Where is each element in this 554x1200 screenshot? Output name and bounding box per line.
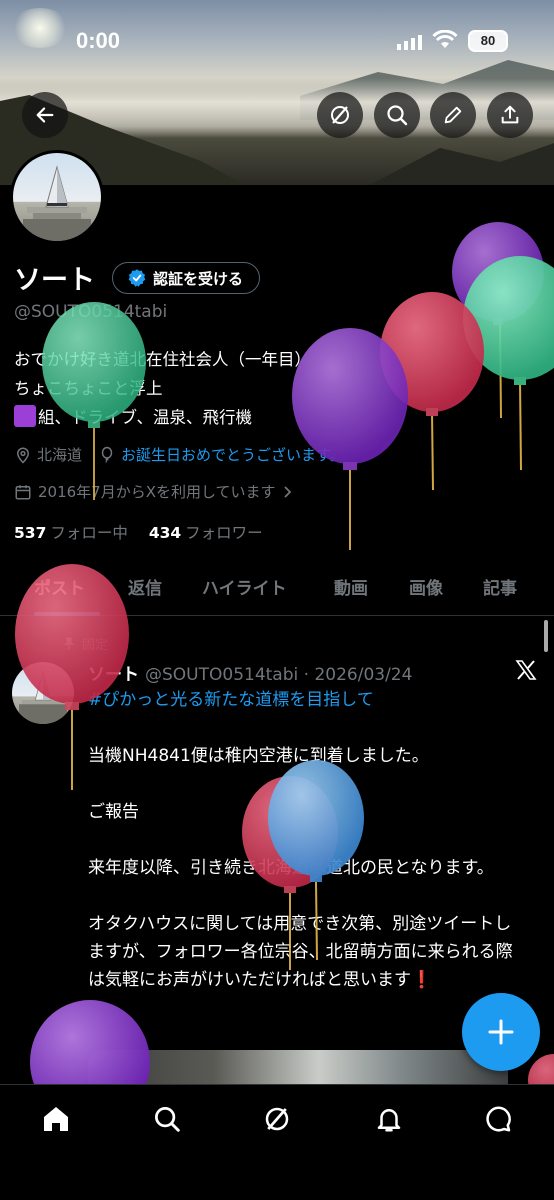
tab-articles[interactable]: 記事 xyxy=(483,574,517,599)
balloon-red xyxy=(380,292,484,491)
following-count: 537 xyxy=(14,524,47,542)
tab-posts[interactable]: ポスト xyxy=(34,574,85,599)
x-logo-icon xyxy=(514,658,538,686)
post-paragraph: オタクハウスに関しては用意でき次第、別途ツイートしますが、フォロワー各位宗谷、北… xyxy=(88,914,513,990)
post-avatar[interactable] xyxy=(12,662,74,724)
pinned-indicator: 固定 xyxy=(62,634,108,653)
post-handle-date: @SOUTO0514tabi · 2026/03/24 xyxy=(145,665,413,685)
edit-button[interactable] xyxy=(430,92,476,138)
following-label: フォロー中 xyxy=(50,524,128,542)
profile-tabs: ポスト 返信 ハイライト 動画 画像 記事 xyxy=(0,562,554,616)
birthday-message[interactable]: お誕生日おめでとうございます。 xyxy=(121,444,345,465)
bio-line: ちょこちょこと浮上 xyxy=(14,379,163,398)
back-button[interactable] xyxy=(22,92,68,138)
profile-bio: おでかけ好き道北在住社会人（一年目） ちょこちょこと浮上 組、ドライブ、温泉、飛… xyxy=(14,345,311,432)
grok-icon xyxy=(331,106,349,124)
balloon-icon xyxy=(101,446,113,463)
bio-line: おでかけ好き道北在住社会人（一年目） xyxy=(14,350,311,369)
profile-location: 北海道 xyxy=(37,446,83,464)
tab-replies[interactable]: 返信 xyxy=(128,574,162,599)
nav-messages[interactable] xyxy=(481,1101,517,1137)
post-paragraph: 当機NH4841便は稚内空港に到着しました。 xyxy=(88,746,429,766)
notifications-icon xyxy=(377,1109,401,1132)
bottom-navigation xyxy=(0,1084,554,1200)
nav-grok[interactable] xyxy=(259,1101,295,1137)
bio-line-text: 組、ドライブ、温泉、飛行機 xyxy=(38,408,253,427)
scrollbar[interactable] xyxy=(544,620,548,652)
post-hashtag[interactable]: #ぴかっと光る新たな道標を目指して xyxy=(88,686,528,714)
profile-avatar[interactable] xyxy=(10,150,104,244)
search-icon xyxy=(155,1107,180,1132)
followers-link[interactable]: 434 フォロワー xyxy=(149,524,263,542)
status-time: 0:00 xyxy=(76,28,121,53)
messages-icon xyxy=(486,1106,511,1132)
nav-notifications[interactable] xyxy=(371,1101,407,1137)
battery-indicator: 80 xyxy=(468,30,508,52)
grok-icon xyxy=(265,1107,289,1131)
tab-media[interactable]: 画像 xyxy=(409,574,443,599)
share-button[interactable] xyxy=(487,92,533,138)
compose-post-button[interactable] xyxy=(462,993,540,1071)
get-verified-button[interactable]: 認証を受ける xyxy=(112,262,261,294)
profile-meta: 北海道 お誕生日おめでとうございます。 xyxy=(14,444,345,465)
home-icon xyxy=(44,1107,68,1131)
location-icon xyxy=(16,447,30,464)
wifi-icon xyxy=(432,29,458,54)
follow-stats: 537 フォロー中 434 フォロワー xyxy=(14,521,263,543)
share-icon xyxy=(501,105,519,124)
profile-name: ソート xyxy=(14,265,95,296)
nav-home[interactable] xyxy=(38,1101,74,1137)
verified-badge-icon xyxy=(128,269,146,287)
profile-handle: @SOUTO0514tabi xyxy=(14,302,168,322)
followers-count: 434 xyxy=(148,524,182,542)
post-paragraph: ご報告 xyxy=(88,802,139,822)
bio-line-3: 組、ドライブ、温泉、飛行機 xyxy=(14,403,311,432)
grok-button[interactable] xyxy=(317,92,363,138)
status-bar: 0:00 80 xyxy=(0,28,554,56)
tab-active-indicator xyxy=(34,612,100,616)
search-icon xyxy=(387,105,408,126)
balloon-purple xyxy=(452,222,544,419)
followers-label: フォロワー xyxy=(185,524,263,542)
following-link[interactable]: 537 フォロー中 xyxy=(14,524,128,542)
tab-videos[interactable]: 動画 xyxy=(334,574,368,599)
get-verified-label: 認証を受ける xyxy=(153,269,244,288)
chevron-right-icon xyxy=(283,485,291,498)
post-author[interactable]: ソート xyxy=(88,665,139,685)
back-arrow-icon xyxy=(36,107,54,123)
post-body[interactable]: #ぴかっと光る新たな道標を目指して 当機NH4841便は稚内空港に到着しました。… xyxy=(88,686,528,1022)
nav-search[interactable] xyxy=(149,1101,185,1137)
post-header: ソート @SOUTO0514tabi · 2026/03/24 xyxy=(88,660,412,685)
plus-icon xyxy=(488,1019,514,1045)
purple-square-emoji xyxy=(14,405,36,427)
edit-icon xyxy=(444,106,462,124)
calendar-icon xyxy=(15,484,31,499)
pin-icon xyxy=(63,637,75,650)
joined-date: 2016年7月からXを利用しています xyxy=(38,483,276,501)
search-button[interactable] xyxy=(374,92,420,138)
pinned-label: 固定 xyxy=(82,638,109,653)
signal-icon xyxy=(397,34,423,54)
tab-highlights[interactable]: ハイライト xyxy=(202,574,287,599)
profile-joined[interactable]: 2016年7月からXを利用しています xyxy=(14,481,294,502)
balloon-green xyxy=(463,256,554,471)
post-paragraph: 来年度以降、引き続き北海道は道北の民となります。 xyxy=(88,858,494,878)
